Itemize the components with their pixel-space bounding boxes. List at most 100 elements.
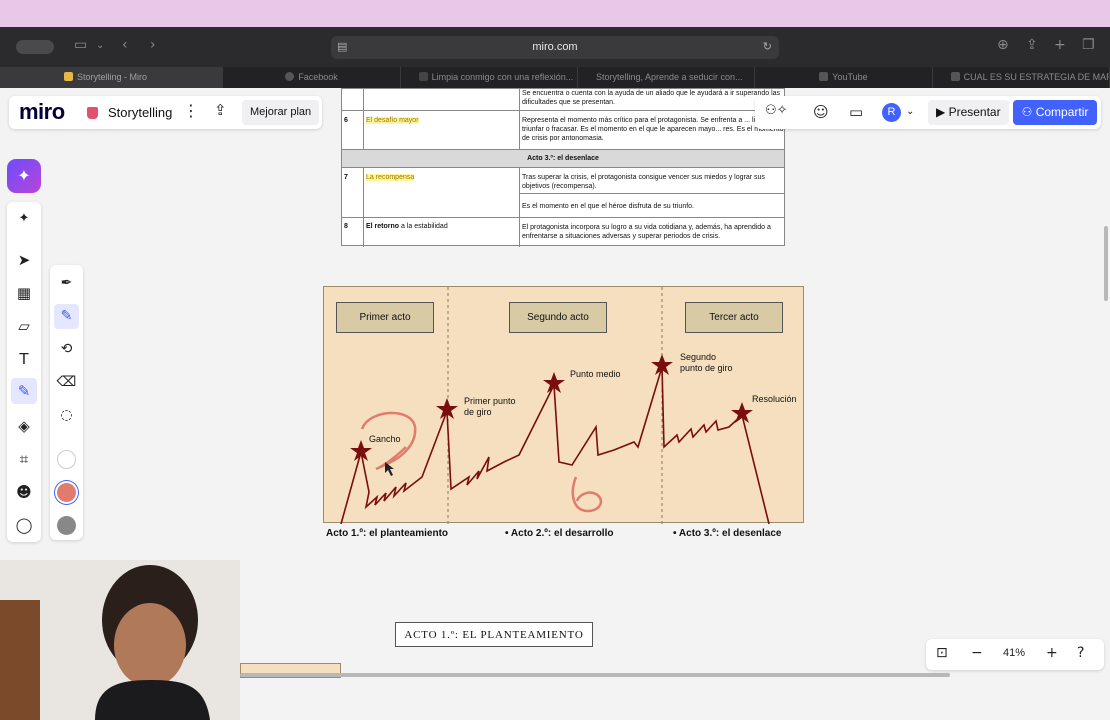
label-primer-punto-1: Primer punto bbox=[464, 396, 516, 406]
sparkle-icon[interactable]: ✦ bbox=[7, 211, 41, 226]
zoom-in-icon[interactable]: + bbox=[1046, 645, 1058, 661]
pen-tool-icon[interactable]: ✒ bbox=[50, 275, 83, 291]
address-bar[interactable]: ▤ miro.com ↻ bbox=[331, 36, 779, 59]
comments-icon[interactable]: ☺ bbox=[813, 103, 829, 121]
tab-estrategia[interactable]: CUAL ES SU ESTRATEGIA DE MAR... bbox=[933, 67, 1110, 88]
browser-toolbar: ▭ ⌄ ‹ › ▤ miro.com ↻ ⊕ ⇪ + ❐ bbox=[0, 27, 1110, 67]
row-description: El protagonista incorpora su logro a su … bbox=[522, 224, 771, 240]
story-structure-table[interactable]: Se encuentra o cuenta con la ayuda de un… bbox=[341, 88, 785, 247]
shapes-icon[interactable]: ◈ bbox=[7, 417, 41, 435]
export-icon[interactable]: ⇪ bbox=[214, 101, 227, 119]
present-button[interactable]: ▶ Presentar bbox=[928, 100, 1009, 125]
zoom-level[interactable]: 41% bbox=[1003, 647, 1025, 659]
ai-sparkle-icon[interactable]: ✦ bbox=[7, 159, 41, 193]
label-punto-medio: Punto medio bbox=[570, 369, 621, 379]
reload-icon[interactable]: ↻ bbox=[763, 40, 772, 53]
caption-acto-1: Acto 1.º: el planteamiento bbox=[326, 528, 449, 539]
tab-label: CUAL ES SU ESTRATEGIA DE MAR... bbox=[963, 72, 1110, 82]
avatar[interactable]: R bbox=[882, 103, 901, 122]
tab-limpia[interactable]: Limpia conmigo con una reflexión... bbox=[401, 67, 578, 88]
vertical-scrollbar[interactable] bbox=[1104, 226, 1108, 301]
url-text: miro.com bbox=[532, 41, 578, 53]
color-swatch-gray[interactable] bbox=[57, 516, 76, 535]
row-description: Representa el momento más crítico para e… bbox=[522, 117, 784, 142]
comment-icon[interactable]: ◯ bbox=[7, 516, 41, 534]
color-swatch-white[interactable] bbox=[57, 450, 76, 469]
window-controls[interactable] bbox=[16, 40, 54, 54]
share-button[interactable]: ⚇ Compartir bbox=[1013, 100, 1097, 125]
tab-label: Storytelling, Aprende a seducir con... bbox=[595, 72, 743, 82]
tab-label: YouTube bbox=[832, 72, 868, 82]
fit-screen-icon[interactable]: ⊡ bbox=[936, 645, 948, 661]
board-title[interactable]: Storytelling bbox=[108, 105, 172, 120]
hand-annotation-six bbox=[571, 476, 603, 513]
pen-icon[interactable]: ✎ bbox=[11, 378, 37, 404]
back-icon[interactable]: ‹ bbox=[122, 37, 128, 53]
chevron-down-icon[interactable]: ⌄ bbox=[906, 106, 914, 117]
miro-logo[interactable]: miro bbox=[19, 99, 65, 125]
download-icon[interactable]: ⊕ bbox=[997, 37, 1009, 53]
collab-toolbar: ⚇✧ ☺ ▭ R ⌄ ▶ Presentar ⚇ Compartir bbox=[755, 96, 1101, 129]
tool-rail: ✦ ➤ ▦ ▱ T ✎ ◈ ⌗ ☻ ◯ bbox=[7, 202, 41, 542]
three-act-diagram[interactable]: Primer acto Segundo acto Tercer acto Gan… bbox=[323, 286, 804, 524]
forward-icon[interactable]: › bbox=[150, 37, 156, 53]
more-options-icon[interactable]: ⋮ bbox=[183, 101, 199, 120]
tab-label: Facebook bbox=[298, 72, 338, 82]
reactions-icon[interactable]: ⚇✧ bbox=[765, 103, 788, 118]
row-number: 6 bbox=[344, 117, 348, 124]
pen-options: ✒ ✎ ⟲ ⌫ ◌ bbox=[50, 265, 83, 540]
label-segundo-punto-1: Segundo bbox=[680, 352, 717, 362]
select-cursor-icon[interactable]: ➤ bbox=[7, 251, 41, 269]
tab-facebook[interactable]: Facebook bbox=[223, 67, 401, 88]
webcam-image bbox=[0, 560, 240, 720]
section-title-card[interactable]: ACTO 1.º: EL PLANTEAMIENTO bbox=[395, 622, 593, 647]
row-number: 8 bbox=[344, 223, 348, 230]
table-divider bbox=[519, 193, 785, 194]
sticker-icon[interactable]: ☻ bbox=[7, 483, 41, 501]
templates-icon[interactable]: ▦ bbox=[7, 284, 41, 302]
webcam-overlay bbox=[0, 560, 240, 720]
zoom-out-icon[interactable]: − bbox=[971, 645, 983, 661]
sticky-note-icon[interactable]: ▱ bbox=[7, 317, 41, 335]
color-swatch-coral[interactable] bbox=[57, 483, 76, 502]
tab-overview-icon[interactable]: ❐ bbox=[1082, 37, 1095, 53]
eraser-icon[interactable]: ⌫ bbox=[50, 374, 83, 390]
table-row: Se encuentra o cuenta con la ayuda de un… bbox=[342, 89, 784, 110]
tab-label: Limpia conmigo con una reflexión... bbox=[431, 72, 574, 82]
act-box-tercer-acto[interactable]: Tercer acto bbox=[685, 302, 783, 333]
share-icon[interactable]: ⇪ bbox=[1026, 37, 1038, 53]
act-box-segundo-acto[interactable]: Segundo acto bbox=[509, 302, 607, 333]
star-resolucion bbox=[731, 402, 753, 423]
tab-youtube[interactable]: YouTube bbox=[755, 67, 933, 88]
text-icon[interactable]: T bbox=[7, 350, 41, 368]
board-canvas[interactable]: Se encuentra o cuenta con la ayuda de un… bbox=[0, 88, 1110, 720]
frame-icon[interactable]: ⌗ bbox=[7, 450, 41, 468]
lasso-icon[interactable]: ◌ bbox=[50, 407, 83, 423]
caption-acto-3: • Acto 3.º: el desenlace bbox=[673, 528, 782, 539]
row-description: Es el momento en el que el héroe disfrut… bbox=[522, 203, 694, 210]
marker-tool-icon[interactable]: ✎ bbox=[54, 304, 79, 329]
table-row: 8 El retorno a la estabilidad El protago… bbox=[342, 217, 784, 247]
help-icon[interactable]: ? bbox=[1077, 645, 1084, 661]
video-icon[interactable]: ▭ bbox=[849, 103, 863, 121]
tab-bar: Storytelling - Miro Facebook Limpia conm… bbox=[0, 67, 1110, 88]
label-gancho: Gancho bbox=[369, 434, 401, 444]
horizontal-scrollbar[interactable] bbox=[240, 673, 950, 677]
row-description: Se encuentra o cuenta con la ayuda de un… bbox=[522, 90, 781, 106]
row-name: La recompensa bbox=[366, 174, 415, 181]
macos-menu-bar bbox=[0, 0, 1110, 27]
act-box-primer-acto[interactable]: Primer acto bbox=[336, 302, 434, 333]
row-description: Tras superar la crisis, el protagonista … bbox=[522, 174, 765, 190]
sidebar-icon[interactable]: ▭ bbox=[74, 37, 87, 53]
tab-storytelling-aprende[interactable]: Storytelling, Aprende a seducir con... bbox=[578, 67, 756, 88]
row-name: El desafío mayor bbox=[366, 117, 419, 124]
table-row: 7 La recompensa Tras superar la crisis, … bbox=[342, 167, 785, 217]
smart-draw-icon[interactable]: ⟲ bbox=[50, 341, 83, 357]
tab-storytelling-miro[interactable]: Storytelling - Miro bbox=[0, 67, 224, 88]
new-tab-icon[interactable]: + bbox=[1054, 37, 1066, 53]
upgrade-plan-button[interactable]: Mejorar plan bbox=[242, 100, 320, 125]
chevron-down-icon[interactable]: ⌄ bbox=[96, 40, 104, 51]
label-segundo-punto-2: punto de giro bbox=[680, 363, 733, 373]
tab-label: Storytelling - Miro bbox=[77, 72, 148, 82]
present-label: Presentar bbox=[948, 105, 1001, 119]
